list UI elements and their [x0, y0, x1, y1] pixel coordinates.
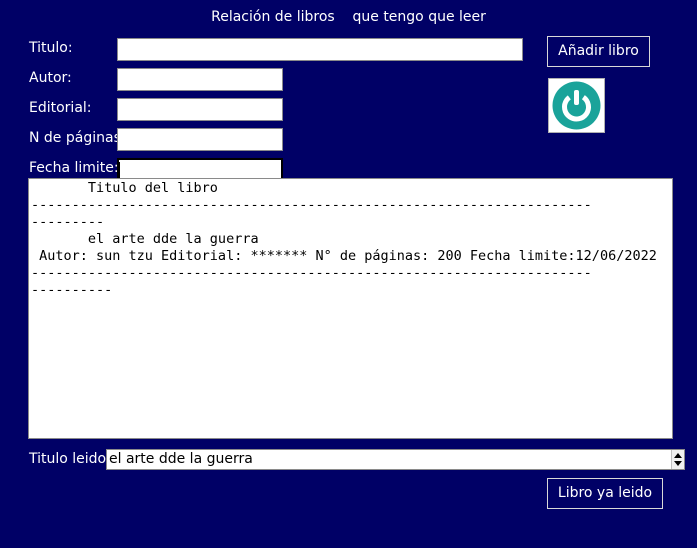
- list-line: Titulo del libro: [31, 180, 218, 196]
- fecha-label: Fecha limite:: [29, 160, 119, 176]
- editorial-input[interactable]: [117, 98, 283, 121]
- read-title-value: el arte dde la guerra: [109, 451, 253, 467]
- titulo-label: Titulo:: [29, 40, 73, 56]
- titulo-input[interactable]: [117, 38, 523, 61]
- spin-down-icon[interactable]: [674, 461, 682, 466]
- spinbox-arrows[interactable]: [671, 450, 684, 469]
- paginas-label: N de páginas:: [29, 130, 126, 146]
- paginas-input[interactable]: [117, 128, 283, 151]
- editorial-label: Editorial:: [29, 100, 92, 116]
- fecha-input[interactable]: [117, 158, 283, 180]
- spin-up-icon[interactable]: [674, 453, 682, 458]
- power-button[interactable]: [548, 78, 605, 133]
- list-line: ----------------------------------------…: [31, 197, 592, 213]
- list-line: el arte dde la guerra: [31, 231, 259, 247]
- list-line: ---------: [31, 214, 105, 230]
- window-title: Relación de libros que tengo que leer: [211, 9, 486, 25]
- power-icon: [552, 81, 601, 130]
- read-title-spinbox[interactable]: el arte dde la guerra: [106, 449, 685, 470]
- autor-label: Autor:: [29, 70, 72, 86]
- book-list[interactable]: Titulo del libro -----------------------…: [28, 178, 673, 439]
- add-book-button[interactable]: Añadir libro: [547, 36, 650, 67]
- list-line: ----------------------------------------…: [31, 265, 592, 281]
- book-read-button[interactable]: Libro ya leido: [547, 478, 663, 509]
- list-line: Autor: sun tzu Editorial: ******* N° de …: [31, 248, 657, 264]
- list-line: ----------: [31, 282, 113, 298]
- text-caret: [119, 162, 120, 178]
- autor-input[interactable]: [117, 68, 283, 91]
- read-title-label: Titulo leido:: [29, 451, 111, 467]
